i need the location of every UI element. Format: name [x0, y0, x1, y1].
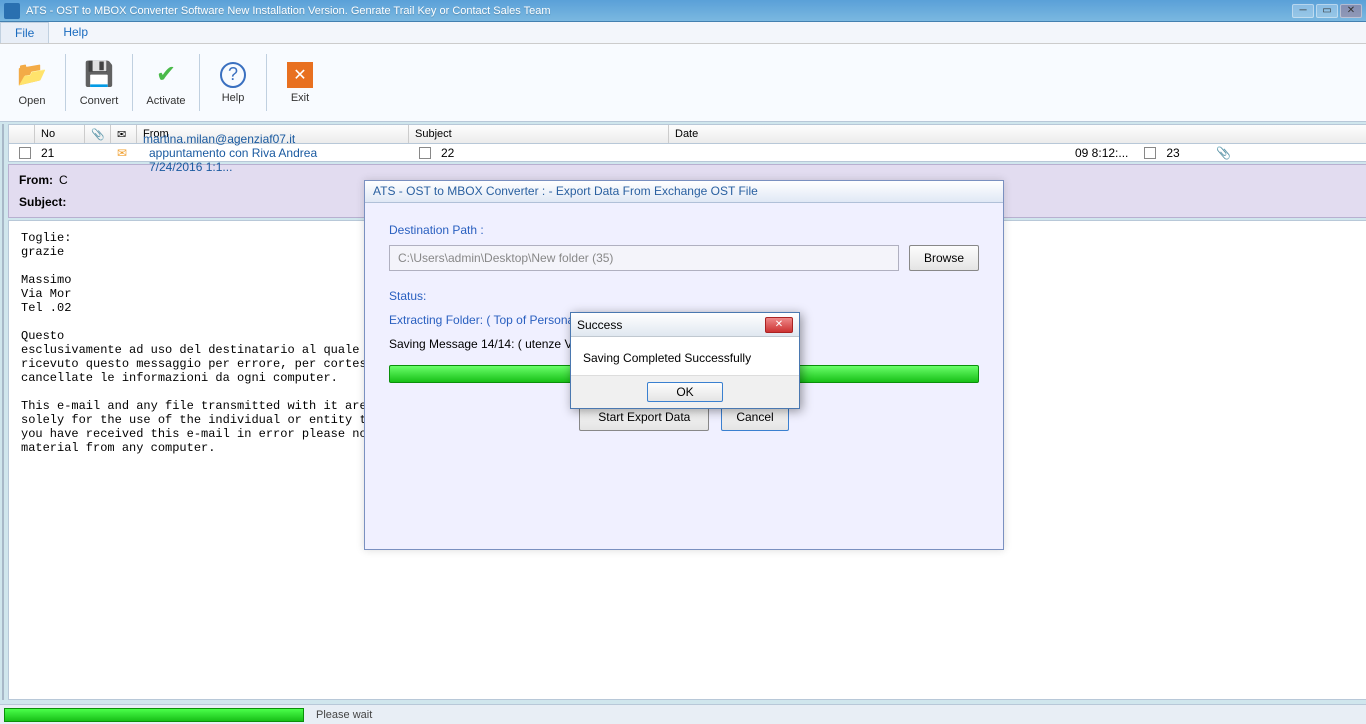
- menu-help[interactable]: Help: [49, 22, 102, 43]
- close-button[interactable]: ✕: [1340, 4, 1362, 18]
- convert-button[interactable]: 💾 Convert: [71, 48, 127, 117]
- row-checkbox[interactable]: [19, 147, 31, 159]
- activate-icon: ✔: [150, 59, 182, 91]
- ok-button[interactable]: OK: [647, 382, 722, 402]
- col-subject[interactable]: Subject: [409, 125, 669, 143]
- col-no[interactable]: No: [35, 125, 85, 143]
- table-row[interactable]: 22 09 8:12:...: [409, 144, 1134, 161]
- table-row[interactable]: 23 📎 010 10:...: [1134, 144, 1366, 161]
- browse-button[interactable]: Browse: [909, 245, 979, 271]
- col-attach[interactable]: 📎: [85, 125, 111, 143]
- status-label: Status:: [389, 289, 979, 303]
- from-label: From:: [19, 173, 53, 187]
- attachment-icon: 📎: [1210, 146, 1236, 160]
- dest-path-label: Destination Path :: [389, 223, 979, 237]
- help-icon: ?: [220, 62, 246, 88]
- success-msgbox: Success ✕ Saving Completed Successfully …: [570, 312, 800, 409]
- activate-button[interactable]: ✔ Activate: [138, 48, 194, 117]
- col-envelope[interactable]: ✉: [111, 125, 137, 143]
- envelope-icon: ✉: [111, 146, 137, 160]
- app-icon: [4, 3, 20, 19]
- titlebar: ATS - OST to MBOX Converter Software New…: [0, 0, 1366, 22]
- menu-file[interactable]: File: [0, 22, 49, 43]
- row-checkbox[interactable]: [419, 147, 431, 159]
- status-progress: [4, 708, 304, 722]
- statusbar: Please wait: [0, 704, 1366, 724]
- row-checkbox[interactable]: [1144, 147, 1156, 159]
- exit-icon: ✕: [287, 62, 313, 88]
- dest-path-input[interactable]: [389, 245, 899, 271]
- toolbar: 📂 Open 💾 Convert ✔ Activate ? Help ✕ Exi…: [0, 44, 1366, 122]
- exit-button[interactable]: ✕ Exit: [272, 48, 328, 117]
- message-grid: 21 ✉ martina.milan@agenziaf07.it appunta…: [8, 144, 1366, 162]
- menubar: File Help: [0, 22, 1366, 44]
- export-dialog-title: ATS - OST to MBOX Converter : - Export D…: [365, 181, 1003, 203]
- help-button[interactable]: ? Help: [205, 48, 261, 117]
- msgbox-title: Success: [577, 318, 765, 332]
- msgbox-text: Saving Completed Successfully: [571, 337, 799, 375]
- open-button[interactable]: 📂 Open: [4, 48, 60, 117]
- folder-tree-pane: −✓C:\Users\admin\Desktop\New folder (28)…: [2, 124, 4, 700]
- msgbox-close-button[interactable]: ✕: [765, 317, 793, 333]
- table-row[interactable]: 21 ✉ martina.milan@agenziaf07.it appunta…: [9, 144, 1366, 161]
- subject-label: Subject:: [19, 195, 66, 209]
- col-checkbox[interactable]: [9, 125, 35, 143]
- convert-icon: 💾: [83, 59, 115, 91]
- col-date[interactable]: Date: [669, 125, 1366, 143]
- minimize-button[interactable]: ─: [1292, 4, 1314, 18]
- maximize-button[interactable]: ▭: [1316, 4, 1338, 18]
- from-value: C: [59, 173, 68, 187]
- status-text: Please wait: [316, 709, 372, 721]
- window-title: ATS - OST to MBOX Converter Software New…: [26, 5, 1292, 17]
- open-icon: 📂: [16, 59, 48, 91]
